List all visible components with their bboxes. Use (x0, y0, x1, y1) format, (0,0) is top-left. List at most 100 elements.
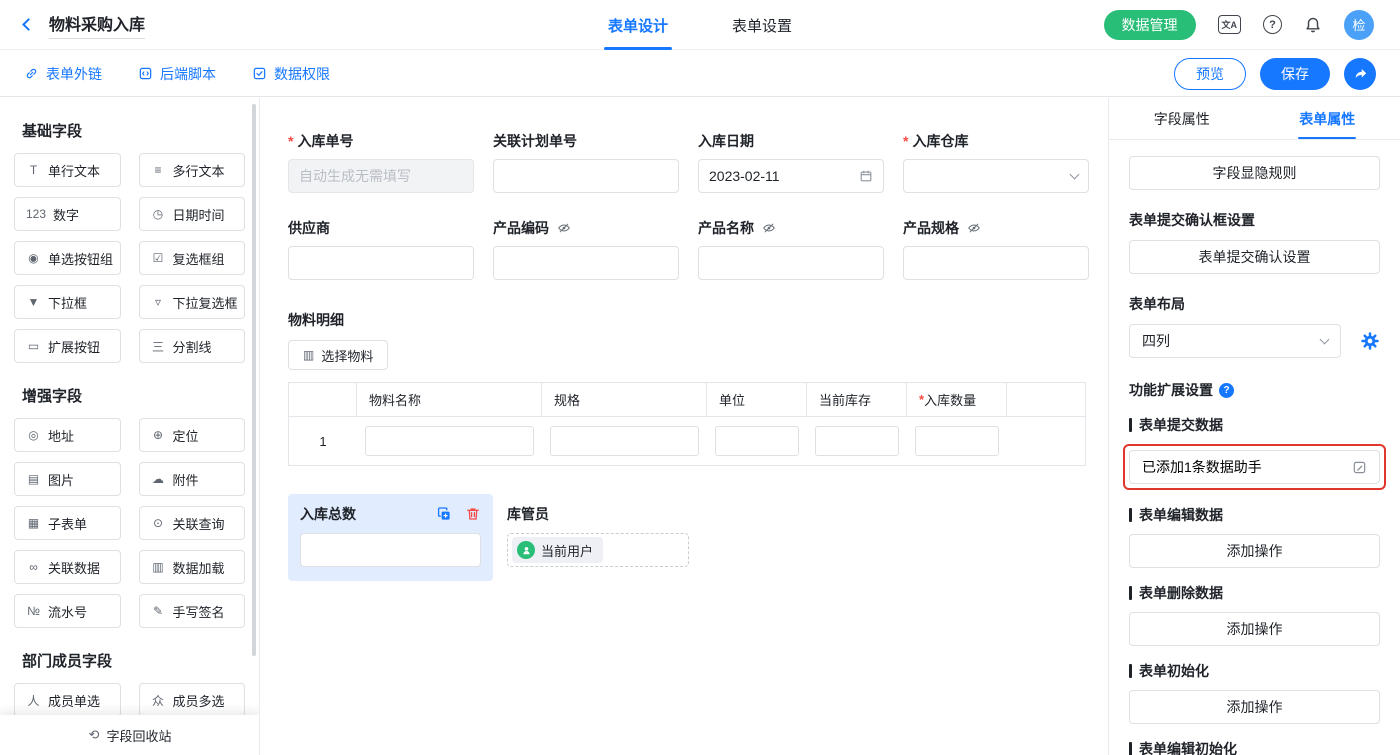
material-name-cell-input[interactable] (365, 426, 534, 456)
supplier-input[interactable] (288, 246, 474, 280)
share-arrow-icon (1353, 66, 1368, 81)
field-product-code[interactable]: 产品编码 (493, 219, 679, 280)
table-header-cell (289, 383, 357, 416)
field-label: 库管员 (507, 504, 689, 524)
help-question-icon[interactable]: ? (1219, 383, 1234, 398)
field-type-button[interactable]: 众 成员多选 (139, 683, 246, 717)
keeper-member-input[interactable]: 当前用户 (507, 533, 689, 567)
data-manage-button[interactable]: 数据管理 (1104, 10, 1196, 40)
field-type-button[interactable]: ▦ 子表单 (14, 506, 121, 540)
preview-button[interactable]: 预览 (1174, 58, 1246, 90)
layout-select[interactable]: 四列 (1129, 324, 1341, 358)
form-toolbar: 表单外链 后端脚本 数据权限 预览 保存 (0, 51, 1400, 97)
field-type-button[interactable]: ✎ 手写签名 (139, 594, 246, 628)
field-type-button[interactable]: ☑ 复选框组 (139, 241, 246, 275)
recycle-icon: ⟲ (89, 727, 100, 743)
product-name-input[interactable] (698, 246, 884, 280)
group-title: 表单编辑初始化 (1139, 739, 1237, 755)
field-inbound-total-selected[interactable]: 入库总数 (288, 494, 493, 581)
field-type-button[interactable]: ▤ 图片 (14, 462, 121, 496)
add-action-button[interactable]: 添加操作 (1129, 612, 1380, 646)
field-type-icon: 人 (26, 692, 41, 709)
field-type-button[interactable]: ▥ 数据加载 (139, 550, 246, 584)
field-type-button[interactable]: ◷ 日期时间 (139, 197, 246, 231)
field-type-button[interactable]: ◎ 地址 (14, 418, 121, 452)
tab-field-properties[interactable]: 字段属性 (1109, 98, 1255, 139)
related-plan-no-input[interactable] (493, 159, 679, 193)
field-type-button[interactable]: ▿ 下拉复选框 (139, 285, 246, 319)
unit-cell-input[interactable] (715, 426, 799, 456)
field-type-icon: ▥ (151, 560, 166, 574)
warehouse-select[interactable] (903, 159, 1089, 193)
field-type-icon: ☑ (151, 251, 166, 265)
user-avatar[interactable]: 检 (1344, 10, 1374, 40)
field-product-name[interactable]: 产品名称 (698, 219, 884, 280)
field-type-button[interactable]: ▼ 下拉框 (14, 285, 121, 319)
help-icon[interactable]: ? (1263, 15, 1282, 34)
submit-confirm-button[interactable]: 表单提交确认设置 (1129, 240, 1380, 274)
field-display-rule-button[interactable]: 字段显隐规则 (1129, 156, 1380, 190)
language-icon[interactable]: 文A (1218, 15, 1242, 34)
delete-field-icon[interactable] (465, 506, 481, 522)
field-inbound-order-no[interactable]: *入库单号 (288, 132, 474, 193)
extension-group: 表单编辑数据 添加操作 (1129, 505, 1380, 568)
script-icon (138, 66, 153, 81)
field-type-button[interactable]: 人 成员单选 (14, 683, 121, 717)
current-stock-cell-input[interactable] (815, 426, 899, 456)
field-type-button[interactable]: ▭ 扩展按钮 (14, 329, 121, 363)
data-permission-link[interactable]: 数据权限 (252, 64, 330, 84)
tab-form-properties[interactable]: 表单属性 (1255, 98, 1400, 139)
copy-field-icon[interactable] (436, 506, 452, 522)
extension-group: 表单初始化 添加操作 (1129, 661, 1380, 724)
tab-form-settings[interactable]: 表单设置 (732, 0, 792, 50)
inbound-order-no-input[interactable] (288, 159, 474, 193)
field-type-button[interactable]: ≡ 多行文本 (139, 153, 246, 187)
field-inbound-date[interactable]: 入库日期 2023-02-11 (698, 132, 884, 193)
add-action-button[interactable]: 添加操作 (1129, 534, 1380, 568)
product-code-input[interactable] (493, 246, 679, 280)
spec-cell-input[interactable] (550, 426, 699, 456)
field-library-sidebar: 基础字段 T 单行文本 ≡ 多行文本 123 数字 ◷ (0, 98, 260, 755)
field-warehouse-keeper[interactable]: 库管员 当前用户 (507, 504, 689, 567)
sidebar-scrollbar[interactable] (252, 104, 256, 656)
field-supplier[interactable]: 供应商 (288, 219, 474, 280)
backend-script-link[interactable]: 后端脚本 (138, 64, 216, 84)
back-button[interactable] (20, 16, 37, 33)
field-type-button[interactable]: ⊙ 关联查询 (139, 506, 246, 540)
calendar-icon (859, 169, 873, 183)
date-value: 2023-02-11 (709, 168, 780, 184)
field-type-button[interactable]: ☁ 附件 (139, 462, 246, 496)
inbound-date-input[interactable]: 2023-02-11 (698, 159, 884, 193)
save-button[interactable]: 保存 (1260, 58, 1330, 90)
product-spec-input[interactable] (903, 246, 1089, 280)
required-mark: * (288, 133, 293, 149)
tab-form-design[interactable]: 表单设计 (608, 0, 668, 50)
data-assistant-button[interactable]: 已添加1条数据助手 (1129, 450, 1380, 484)
page-title[interactable]: 物料采购入库 (49, 11, 145, 39)
field-label: 关联计划单号 (493, 131, 577, 151)
field-product-spec[interactable]: 产品规格 (903, 219, 1089, 280)
current-user-tag[interactable]: 当前用户 (512, 537, 603, 563)
field-type-button[interactable]: ⊕ 定位 (139, 418, 246, 452)
field-type-button[interactable]: № 流水号 (14, 594, 121, 628)
chevron-down-icon (1070, 170, 1080, 180)
add-action-button[interactable]: 添加操作 (1129, 690, 1380, 724)
notification-bell-icon[interactable] (1304, 16, 1322, 34)
field-type-button[interactable]: ∞ 关联数据 (14, 550, 121, 584)
inbound-qty-cell-input[interactable] (915, 426, 999, 456)
field-type-button[interactable]: T 单行文本 (14, 153, 121, 187)
share-button[interactable] (1344, 58, 1376, 90)
layout-settings-gear-icon[interactable] (1360, 331, 1380, 351)
inbound-total-input[interactable] (300, 533, 481, 567)
table-header-cell: 规格 (542, 383, 707, 416)
field-inbound-warehouse[interactable]: *入库仓库 (903, 132, 1089, 193)
field-type-button[interactable]: 三 分割线 (139, 329, 246, 363)
enhanced-fields-grid: ◎ 地址 ⊕ 定位 ▤ 图片 ☁ 附件 (14, 418, 245, 628)
form-external-link[interactable]: 表单外链 (24, 64, 102, 84)
field-type-button[interactable]: ◉ 单选按钮组 (14, 241, 121, 275)
select-material-button[interactable]: ▥ 选择物料 (288, 340, 388, 370)
field-recycle-bin[interactable]: ⟲ 字段回收站 (0, 715, 260, 755)
field-type-button[interactable]: 123 数字 (14, 197, 121, 231)
field-related-plan-no[interactable]: 关联计划单号 (493, 132, 679, 193)
field-type-icon: ✎ (151, 604, 166, 618)
